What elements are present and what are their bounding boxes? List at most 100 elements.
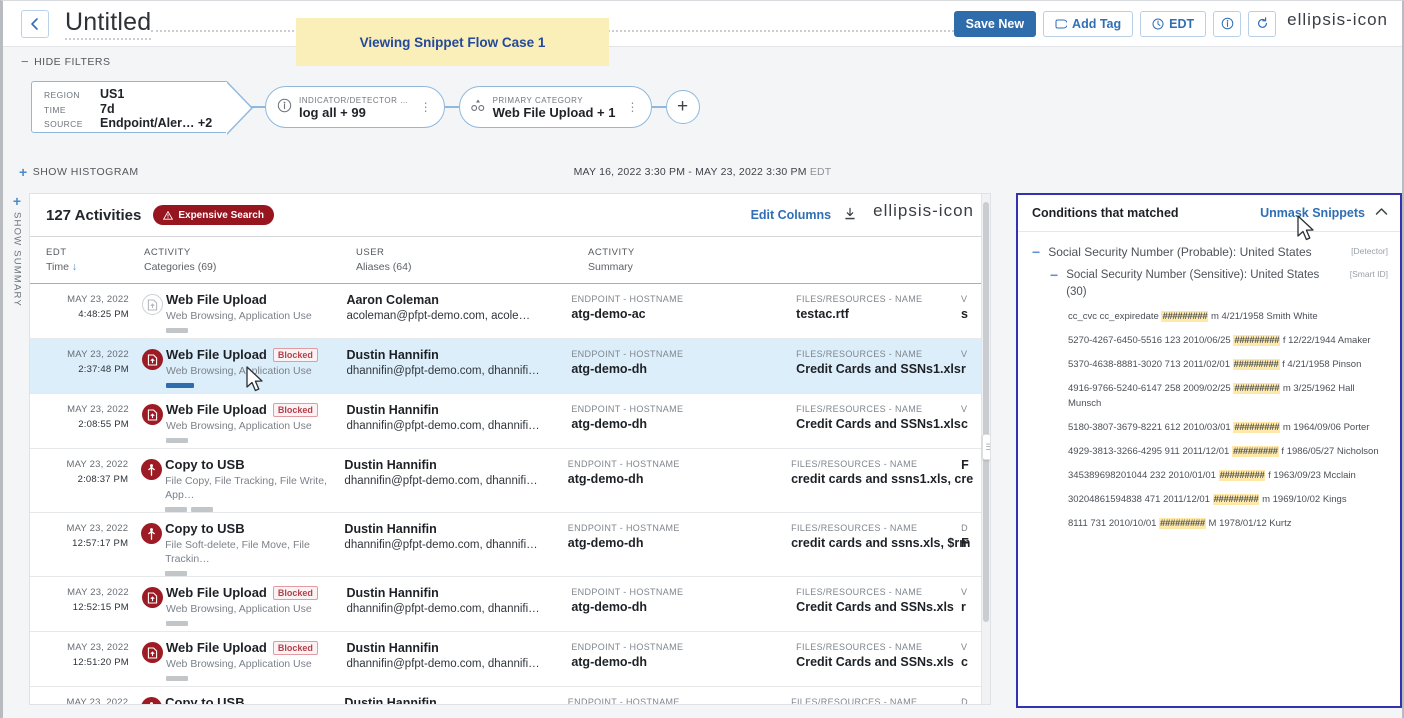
edit-columns-button[interactable]: Edit Columns — [751, 208, 832, 222]
add-tag-button[interactable]: Add Tag — [1043, 10, 1134, 37]
snippet-prefix: 8111 731 2010/10/01 — [1068, 518, 1160, 529]
column-header-time[interactable]: EDT Time ↓ — [30, 245, 142, 275]
column-header-activity[interactable]: ACTIVITY Categories (69) — [142, 245, 354, 275]
chevron-up-icon[interactable] — [1375, 207, 1388, 219]
row-summary-endpoint-value: atg-demo-dh — [571, 655, 647, 669]
row-summary-endpoint-value: atg-demo-dh — [571, 362, 647, 376]
vertical-dots-icon[interactable]: ⋮ — [416, 101, 436, 113]
status-badge: Blocked — [272, 402, 318, 417]
row-user-alias: dhannifin@pfpt-demo.com, dhannifi… — [346, 658, 540, 670]
pill-label-indicator: INDICATOR/DETECTOR … — [299, 95, 409, 105]
timezone-button[interactable]: EDT — [1140, 10, 1207, 37]
row-date: MAY 23, 2022 — [67, 294, 129, 305]
snippet-suffix: m 4/21/1958 Smith White — [1208, 311, 1318, 322]
download-button[interactable] — [843, 207, 857, 224]
filter-pill-category[interactable]: PRIMARY CATEGORY Web File Upload + 1 ⋮ — [458, 86, 652, 128]
snippet-list: cc_cvc cc_expiredate ######### m 4/21/19… — [1028, 303, 1388, 531]
row-activity: Web File Upload Blocked Web Browsing, Appl… — [166, 640, 346, 681]
column-header-user[interactable]: USER Aliases (64) — [354, 245, 586, 275]
show-histogram-toggle[interactable]: + SHOW HISTOGRAM — [19, 165, 139, 179]
snippet-item: 30204861594838 471 2011/12/01 ######### … — [1068, 492, 1384, 507]
activities-panel: 127 Activities Expensive Search Edit Col… — [29, 193, 991, 705]
flow-connector — [251, 106, 265, 108]
snippet-suffix: f 4/21/1958 Pinson — [1279, 359, 1362, 370]
smart-id-row[interactable]: − Social Security Number (Sensitive): Un… — [1028, 263, 1388, 303]
add-filter-button[interactable]: + — [665, 90, 700, 124]
refresh-icon — [1257, 17, 1267, 28]
hide-filters-toggle[interactable]: − HIDE FILTERS — [21, 55, 111, 68]
app-root: Untitled Save New Add Tag EDT ellipsis-i… — [0, 0, 1404, 718]
unmask-snippets-link[interactable]: Unmask Snippets — [1260, 206, 1365, 220]
table-row[interactable]: MAY 23, 2022 2:08:55 PM Web File Upload Blo… — [30, 394, 990, 449]
table-row[interactable]: MAY 23, 2022 12:51:20 PM Web File Upload Bl… — [30, 632, 990, 687]
row-activity-line: Copy to USB — [165, 695, 338, 704]
snippet-suffix: f 1986/05/27 Nicholson — [1278, 446, 1379, 457]
filter-pill-indicator[interactable]: INDICATOR/DETECTOR … log all + 99 ⋮ — [265, 86, 445, 128]
table-row[interactable]: MAY 23, 2022 12:52:15 PM Web File Upload Bl… — [30, 577, 990, 632]
snippet-masked-value: ######### — [1233, 335, 1281, 346]
back-button[interactable] — [21, 9, 49, 38]
row-activity-line: Copy to USB — [165, 521, 338, 536]
snippet-masked-value: ######### — [1231, 446, 1279, 457]
row-activity: Copy to USB File Soft-delete, File Move, … — [165, 521, 344, 576]
vertical-dots-icon-2[interactable]: ⋮ — [623, 101, 643, 113]
pill-label-category: PRIMARY CATEGORY — [492, 95, 584, 105]
row-summary-file-label: FILES/RESOURCES - NAME — [796, 294, 923, 304]
more-options-button[interactable]: ellipsis-icon — [1283, 11, 1392, 32]
page-title[interactable]: Untitled — [65, 8, 152, 40]
row-user: Aaron Coleman acoleman@pfpt-demo.com, aco… — [346, 292, 571, 324]
table-row[interactable]: MAY 23, 202212:48:26 PM Copy to USBFile C… — [30, 687, 990, 705]
save-new-button[interactable]: Save New — [953, 10, 1037, 37]
row-summary-endpoint-value: atg-demo-dh — [571, 417, 647, 431]
row-date: MAY 23, 2022 — [67, 642, 129, 653]
scope-card[interactable]: REGION US1 TIME 7d SOURCE Endpoint/Aler…… — [31, 81, 253, 135]
table-row[interactable]: MAY 23, 2022 2:37:48 PM Web File Upload Blo… — [30, 339, 990, 394]
scope-key-time: TIME — [44, 104, 66, 115]
table-row[interactable]: MAY 23, 2022 4:48:25 PM Web File Upload Web… — [30, 284, 990, 339]
detector-collapse-toggle[interactable]: − — [1032, 244, 1040, 259]
snippet-item: cc_cvc cc_expiredate ######### m 4/21/19… — [1068, 309, 1384, 324]
scrollbar-thumb[interactable] — [983, 202, 989, 622]
row-summary-endpoint-label: ENDPOINT - HOSTNAME — [567, 523, 680, 533]
column-header-summary-sub: Summary — [588, 261, 633, 273]
row-indicator-bars — [166, 383, 340, 388]
row-time: 12:57:17 PM — [72, 538, 129, 549]
detector-row[interactable]: − Social Security Number (Probable): Uni… — [1028, 240, 1388, 263]
row-summary-endpoint: ENDPOINT - HOSTNAME atg-demo-ac — [571, 292, 796, 322]
snippet-item: 5180-3807-3679-8221 612 2010/03/01 #####… — [1068, 420, 1384, 435]
column-header-summary[interactable]: ACTIVITY Summary — [586, 245, 818, 275]
row-user: Dustin Hannifindhannifin@pfpt-demo.com, … — [344, 695, 567, 705]
row-summary-endpoint-label: ENDPOINT - HOSTNAME — [571, 294, 684, 304]
row-time: 12:51:20 PM — [72, 657, 129, 668]
row-categories: Web Browsing, Application Use — [166, 365, 312, 377]
snippet-suffix: m 1964/09/06 Porter — [1280, 422, 1370, 433]
info-button[interactable] — [1213, 10, 1242, 37]
row-timestamp: MAY 23, 2022 2:08:55 PM — [30, 402, 139, 432]
arrow-down-icon[interactable]: ↓ — [72, 261, 77, 273]
smart-id-name: Social Security Number (Sensitive): Unit… — [1066, 269, 1320, 298]
indicator-bar — [166, 383, 194, 388]
expensive-search-label: Expensive Search — [178, 209, 264, 221]
panel-resize-handle[interactable]: ☰ — [982, 434, 990, 460]
show-summary-rail[interactable]: + SHOW SUMMARY — [6, 193, 28, 373]
column-header-user-top: USER — [356, 247, 385, 258]
scope-value-time: 7d — [100, 101, 115, 116]
column-header-activity-sub: Categories (69) — [144, 261, 217, 273]
refresh-button[interactable] — [1248, 10, 1277, 37]
flow-connector-2 — [444, 106, 459, 108]
smart-id-collapse-toggle[interactable]: − — [1050, 267, 1058, 282]
snippet-suffix: f 12/22/1944 Amaker — [1280, 335, 1371, 346]
download-icon — [845, 207, 855, 219]
row-indicator-bars — [165, 571, 338, 576]
snippet-prefix: 30204861594838 471 2011/12/01 — [1068, 494, 1213, 505]
table-row[interactable]: MAY 23, 2022 2:08:37 PM Copy to USB File Co… — [30, 449, 990, 513]
activities-more-button[interactable]: ellipsis-icon — [869, 202, 978, 223]
table-row[interactable]: MAY 23, 2022 12:57:17 PM Copy to USB File S… — [30, 513, 990, 577]
row-summary-file: FILES/RESOURCES - NAME Credit Cards and S… — [796, 585, 961, 615]
row-summary-endpoint-value: atg-demo-dh — [567, 472, 644, 486]
row-activity-line: Web File Upload Blocked — [166, 640, 340, 655]
row-summary-file-label: FILES/RESOURCES - NAME — [796, 404, 923, 414]
conditions-header-actions: Unmask Snippets — [1260, 206, 1388, 220]
show-histogram-label: SHOW HISTOGRAM — [32, 166, 139, 178]
row-user-name: Dustin Hannifin — [344, 696, 437, 705]
